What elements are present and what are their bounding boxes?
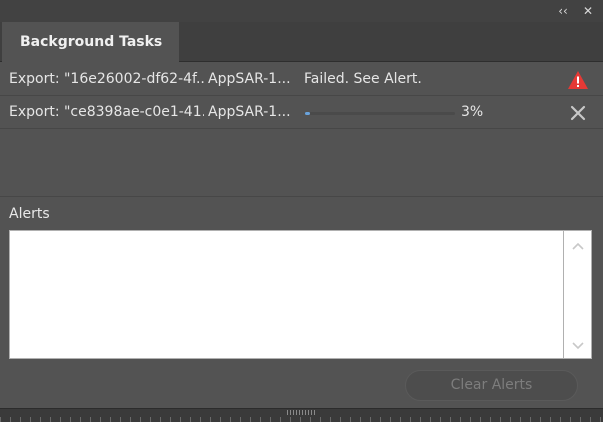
task-status: Failed. See Alert.	[304, 71, 422, 87]
resize-strip[interactable]	[0, 408, 603, 422]
task-name: Export: "16e26002-df62-4f...	[9, 71, 204, 87]
tab-background-tasks[interactable]: Background Tasks	[2, 22, 179, 63]
ruler-ticks	[0, 417, 603, 422]
alerts-scrollbar[interactable]	[564, 230, 592, 359]
task-progress-label: 3%	[461, 104, 484, 120]
task-row[interactable]: Export: "16e26002-df62-4f... AppSAR-1...…	[0, 63, 603, 96]
scroll-down-icon[interactable]	[571, 341, 585, 351]
task-name: Export: "ce8398ae-c0e1-41...	[9, 104, 204, 120]
clear-alerts-button[interactable]: Clear Alerts	[405, 370, 578, 401]
warning-icon[interactable]	[567, 70, 589, 90]
task-progress-fill	[305, 112, 310, 115]
task-app: AppSAR-1...	[208, 71, 291, 87]
tab-strip: Background Tasks	[0, 22, 603, 63]
scroll-up-icon[interactable]	[571, 241, 585, 251]
task-list-empty-space	[0, 129, 603, 197]
resize-grip-icon[interactable]	[287, 410, 315, 415]
close-panel-icon[interactable]: ✕	[580, 3, 596, 19]
collapse-panel-icon[interactable]: ‹‹	[555, 3, 571, 19]
task-row[interactable]: Export: "ce8398ae-c0e1-41... AppSAR-1...…	[0, 96, 603, 129]
task-app: AppSAR-1...	[208, 104, 291, 120]
alerts-textarea[interactable]	[9, 230, 564, 359]
panel-title-bar: ‹‹ ✕	[0, 0, 603, 22]
close-icon[interactable]	[567, 102, 589, 124]
task-progress-bar	[305, 112, 455, 115]
alerts-label: Alerts	[9, 206, 50, 222]
